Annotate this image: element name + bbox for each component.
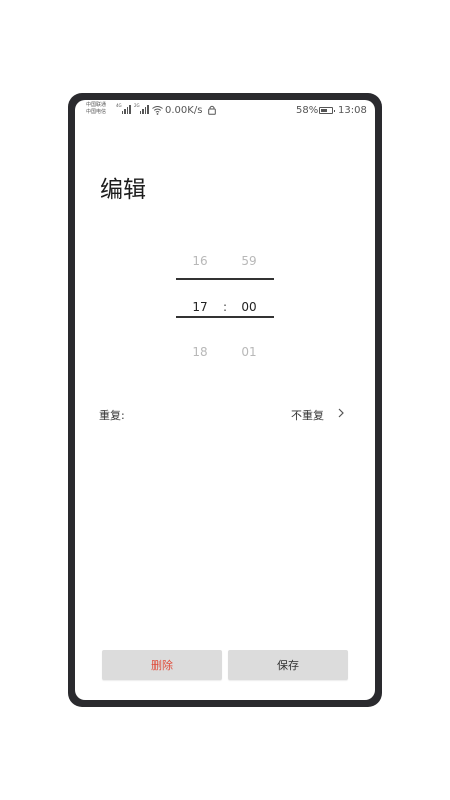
- hour-prev[interactable]: 16: [185, 254, 215, 268]
- time-separator: :: [222, 300, 228, 314]
- signal-2-tag: 2G: [134, 103, 140, 108]
- chevron-right-icon[interactable]: [337, 407, 345, 419]
- page-title: 编辑: [100, 177, 146, 203]
- lock-icon: [208, 105, 216, 115]
- picker-top-divider: [176, 278, 274, 280]
- repeat-value[interactable]: 不重复: [291, 407, 324, 423]
- wifi-icon: [152, 106, 163, 115]
- signal-1-icon: 4G: [116, 103, 131, 114]
- status-time: 13:08: [338, 105, 367, 116]
- hour-selected[interactable]: 17: [185, 300, 215, 314]
- delete-button[interactable]: 删除: [102, 650, 222, 680]
- signal-2-icon: 2G: [134, 103, 149, 114]
- screen: 中国联通 中国电信 4G 2G 0.00K/s 58% 13:08 编辑 16 …: [75, 100, 375, 700]
- picker-bottom-divider: [176, 316, 274, 318]
- minute-selected[interactable]: 00: [234, 300, 264, 314]
- minute-next[interactable]: 01: [234, 345, 264, 359]
- time-picker[interactable]: 16 59 17 : 00 18 01: [75, 245, 375, 365]
- save-button[interactable]: 保存: [228, 650, 348, 680]
- minute-prev[interactable]: 59: [234, 254, 264, 268]
- battery-icon: [319, 107, 335, 114]
- carrier-1: 中国联通: [86, 102, 107, 108]
- signal-1-tag: 4G: [116, 103, 122, 108]
- battery-percent: 58%: [296, 105, 319, 116]
- hour-next[interactable]: 18: [185, 345, 215, 359]
- carrier-names: 中国联通 中国电信: [86, 102, 106, 116]
- status-bar: 中国联通 中国电信 4G 2G 0.00K/s 58% 13:08: [75, 100, 375, 122]
- carrier-2: 中国电信: [86, 109, 107, 115]
- net-speed: 0.00K/s: [165, 105, 203, 116]
- repeat-label: 重复:: [99, 409, 125, 422]
- phone-frame: 中国联通 中国电信 4G 2G 0.00K/s 58% 13:08 编辑 16 …: [68, 93, 382, 707]
